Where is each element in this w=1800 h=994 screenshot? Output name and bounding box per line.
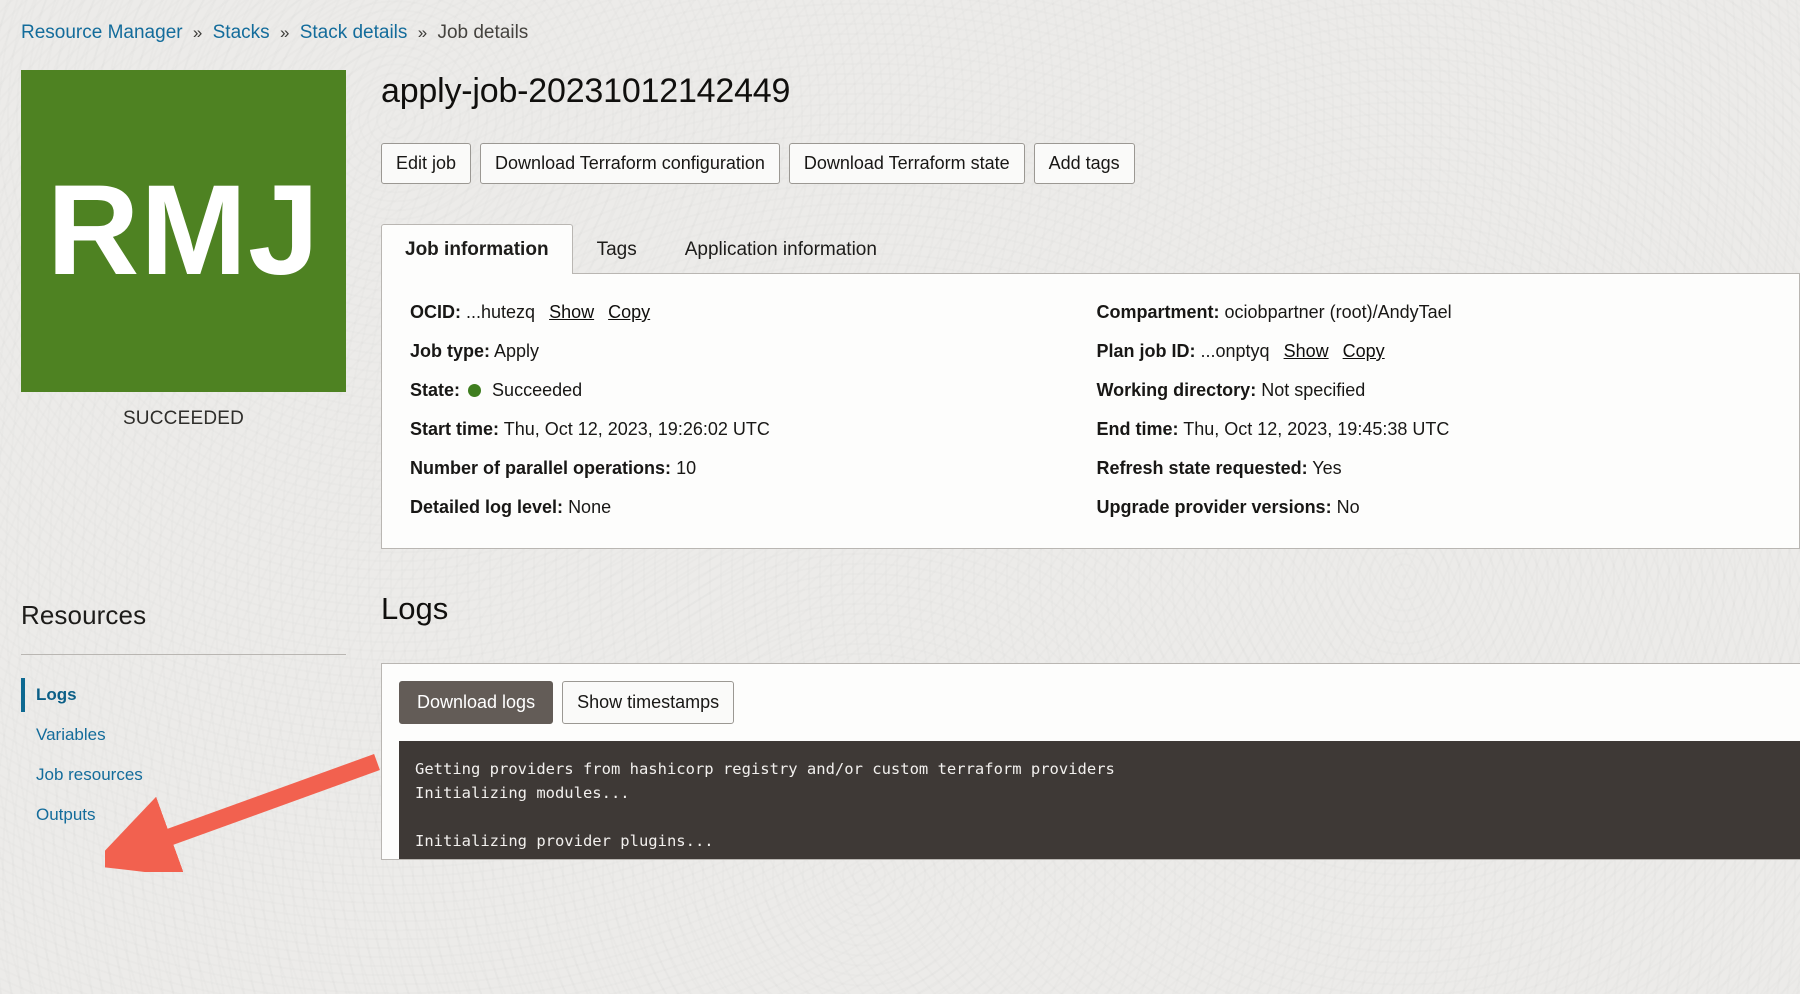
breadcrumb: Resource Manager » Stacks » Stack detail… [21, 21, 528, 45]
status-dot-icon [468, 384, 481, 397]
field-start-time-label: Start time: [410, 419, 499, 439]
download-terraform-configuration-button[interactable]: Download Terraform configuration [480, 143, 780, 184]
field-ocid: OCID: ...hutezq Show Copy [410, 301, 1091, 323]
job-status-label: SUCCEEDED [21, 408, 346, 430]
breadcrumb-item-job-details: Job details [437, 22, 528, 43]
field-upgrade-provider-versions-value: No [1337, 497, 1360, 517]
field-compartment: Compartment: ociobpartner (root)/AndyTae… [1097, 301, 1800, 323]
sidebar-item-logs[interactable]: Logs [21, 675, 346, 715]
edit-job-button[interactable]: Edit job [381, 143, 471, 184]
breadcrumb-separator: » [193, 23, 202, 42]
field-end-time: End time: Thu, Oct 12, 2023, 19:45:38 UT… [1097, 418, 1800, 440]
logs-button-row: Download logs Show timestamps [399, 681, 1800, 724]
plan-job-id-copy-link[interactable]: Copy [1343, 341, 1385, 361]
ocid-copy-link[interactable]: Copy [608, 302, 650, 322]
field-working-directory-value: Not specified [1261, 380, 1365, 400]
action-button-row: Edit job Download Terraform configuratio… [381, 143, 1800, 184]
logs-panel: Download logs Show timestamps Getting pr… [381, 663, 1800, 860]
plan-job-id-show-link[interactable]: Show [1284, 341, 1329, 361]
field-plan-job-id-value: ...onptyq [1201, 341, 1270, 361]
field-state-label: State: [410, 380, 460, 400]
field-end-time-label: End time: [1097, 419, 1179, 439]
field-ocid-value: ...hutezq [466, 302, 535, 322]
field-refresh-state-requested-label: Refresh state requested: [1097, 458, 1308, 478]
field-start-time-value: Thu, Oct 12, 2023, 19:26:02 UTC [504, 419, 770, 439]
field-refresh-state-requested-value: Yes [1312, 458, 1341, 478]
field-parallel-operations-value: 10 [676, 458, 696, 478]
field-ocid-label: OCID: [410, 302, 461, 322]
field-detailed-log-level-label: Detailed log level: [410, 497, 563, 517]
page-title: apply-job-20231012142449 [381, 70, 1800, 112]
tab-application-information[interactable]: Application information [661, 224, 901, 274]
field-detailed-log-level-value: None [568, 497, 611, 517]
field-job-type: Job type: Apply [410, 340, 1091, 362]
field-refresh-state-requested: Refresh state requested: Yes [1097, 457, 1800, 479]
field-state: State: Succeeded [410, 379, 1091, 401]
field-working-directory-label: Working directory: [1097, 380, 1257, 400]
field-detailed-log-level: Detailed log level: None [410, 496, 1091, 518]
logs-console-output[interactable]: Getting providers from hashicorp registr… [399, 741, 1800, 859]
resources-list: Logs Variables Job resources Outputs [21, 675, 346, 835]
job-information-panel: OCID: ...hutezq Show Copy Job type: Appl… [381, 273, 1800, 549]
logs-heading: Logs [381, 591, 1800, 627]
breadcrumb-separator: » [280, 23, 289, 42]
tab-tags[interactable]: Tags [573, 224, 661, 274]
main-content: apply-job-20231012142449 Edit job Downlo… [381, 70, 1800, 860]
field-start-time: Start time: Thu, Oct 12, 2023, 19:26:02 … [410, 418, 1091, 440]
breadcrumb-item-stack-details[interactable]: Stack details [300, 22, 408, 43]
sidebar-item-variables[interactable]: Variables [21, 715, 346, 755]
resources-divider [21, 654, 346, 655]
download-terraform-state-button[interactable]: Download Terraform state [789, 143, 1025, 184]
job-information-left-column: OCID: ...hutezq Show Copy Job type: Appl… [382, 301, 1091, 518]
download-logs-button[interactable]: Download logs [399, 681, 553, 724]
breadcrumb-item-stacks[interactable]: Stacks [213, 22, 270, 43]
resources-nav: Resources Logs Variables Job resources O… [21, 600, 346, 835]
sidebar-item-job-resources[interactable]: Job resources [21, 755, 346, 795]
field-plan-job-id-label: Plan job ID: [1097, 341, 1196, 361]
field-job-type-label: Job type: [410, 341, 490, 361]
field-working-directory: Working directory: Not specified [1097, 379, 1800, 401]
field-state-value: Succeeded [492, 380, 582, 400]
field-upgrade-provider-versions: Upgrade provider versions: No [1097, 496, 1800, 518]
tab-bar: Job information Tags Application informa… [381, 223, 1800, 273]
resources-heading: Resources [21, 600, 346, 631]
field-upgrade-provider-versions-label: Upgrade provider versions: [1097, 497, 1332, 517]
add-tags-button[interactable]: Add tags [1034, 143, 1135, 184]
left-column: RMJ SUCCEEDED [21, 70, 346, 430]
field-job-type-value: Apply [494, 341, 539, 361]
breadcrumb-separator: » [418, 23, 427, 42]
show-timestamps-button[interactable]: Show timestamps [562, 681, 734, 724]
job-avatar-tile: RMJ [21, 70, 346, 392]
field-end-time-value: Thu, Oct 12, 2023, 19:45:38 UTC [1183, 419, 1449, 439]
job-avatar-initials: RMJ [47, 167, 320, 295]
sidebar-item-outputs[interactable]: Outputs [21, 795, 346, 835]
breadcrumb-item-resource-manager[interactable]: Resource Manager [21, 22, 183, 43]
field-compartment-label: Compartment: [1097, 302, 1220, 322]
job-information-right-column: Compartment: ociobpartner (root)/AndyTae… [1091, 301, 1800, 518]
field-parallel-operations: Number of parallel operations: 10 [410, 457, 1091, 479]
ocid-show-link[interactable]: Show [549, 302, 594, 322]
field-parallel-operations-label: Number of parallel operations: [410, 458, 671, 478]
field-plan-job-id: Plan job ID: ...onptyq Show Copy [1097, 340, 1800, 362]
tab-job-information[interactable]: Job information [381, 224, 573, 274]
field-compartment-value: ociobpartner (root)/AndyTael [1225, 302, 1452, 322]
